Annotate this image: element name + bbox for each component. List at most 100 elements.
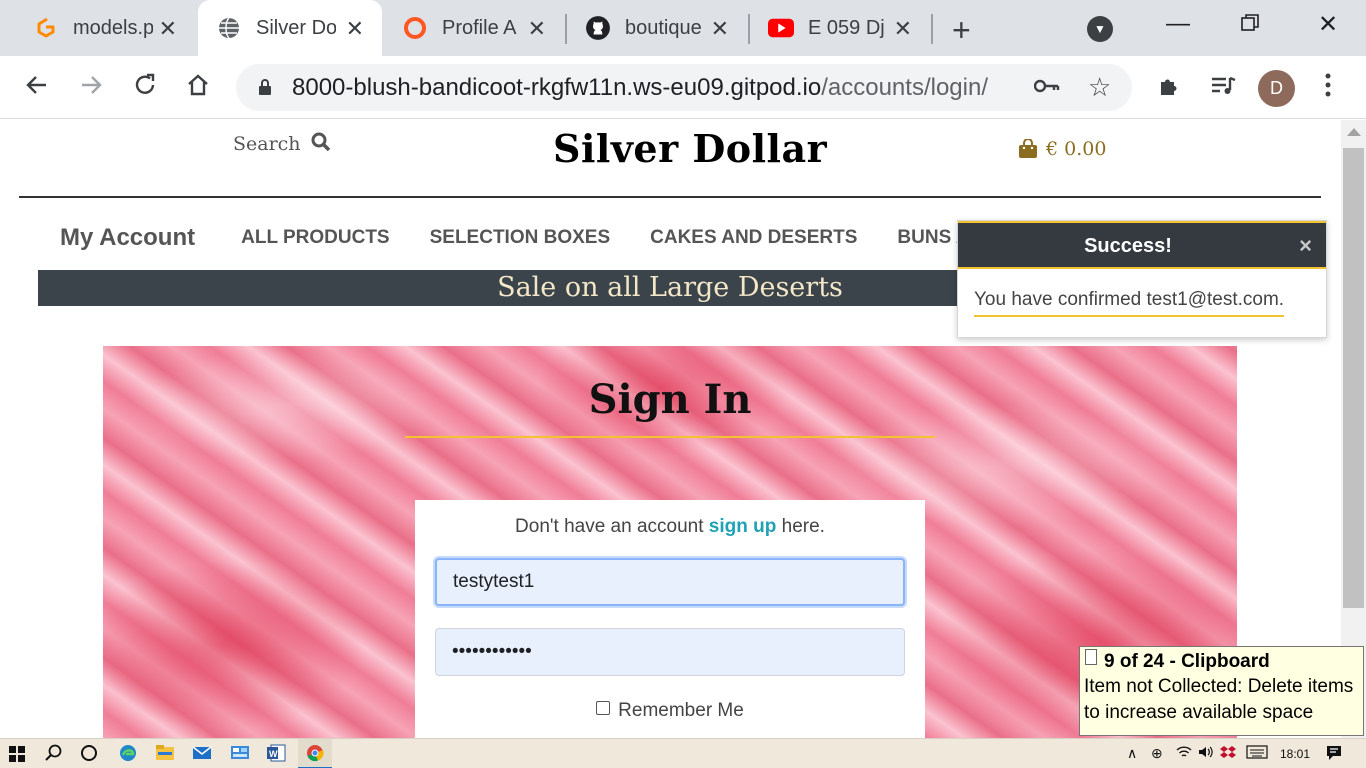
clipboard-line-2: to increase available space: [1084, 702, 1314, 723]
tab-youtube[interactable]: E 059 Dj ✕: [750, 0, 930, 56]
remember-me-label: Remember Me: [618, 700, 744, 721]
remember-me[interactable]: Remember Me: [415, 700, 925, 722]
browser-toolbar: 8000-blush-bandicoot-rkgfw11n.ws-eu09.gi…: [0, 56, 1366, 119]
close-icon[interactable]: ✕: [528, 16, 546, 42]
scrollbar-thumb[interactable]: [1343, 148, 1364, 608]
tab-title: Silver Do: [256, 16, 336, 39]
tab-title: Profile A: [442, 16, 517, 39]
circle-orange-icon: [402, 15, 428, 41]
tab-silver-dollar[interactable]: Silver Do ✕: [198, 0, 382, 56]
tray-device-icon[interactable]: ⊕: [1151, 745, 1163, 762]
main-nav: My Account ALL PRODUCTS SELECTION BOXES …: [60, 220, 1010, 256]
close-icon[interactable]: ✕: [159, 16, 177, 42]
tab-title: boutique: [625, 16, 702, 39]
chrome-icon[interactable]: [298, 739, 332, 768]
menu-kebab-icon[interactable]: [1324, 72, 1332, 105]
address-bar[interactable]: 8000-blush-bandicoot-rkgfw11n.ws-eu09.gi…: [236, 64, 1132, 111]
tray-chevron-icon[interactable]: ∧: [1127, 745, 1137, 762]
signin-hero: Sign In Don't have an account sign up he…: [103, 346, 1237, 738]
globe-icon: [216, 15, 242, 41]
lock-icon[interactable]: [258, 78, 272, 95]
nav-selection-boxes[interactable]: SELECTION BOXES: [430, 227, 611, 249]
key-icon[interactable]: [1033, 74, 1060, 100]
control-panel-icon[interactable]: [230, 744, 250, 764]
shopping-bag-icon: [1019, 139, 1037, 158]
close-icon[interactable]: ✕: [894, 16, 912, 42]
taskbar-search-icon[interactable]: [45, 744, 65, 764]
youtube-icon: [768, 15, 794, 41]
signup-prompt-after: here.: [781, 516, 825, 537]
dropbox-icon[interactable]: [1220, 745, 1236, 764]
word-icon[interactable]: W: [266, 744, 286, 764]
search-icon: [311, 132, 330, 152]
extensions-icon[interactable]: [1157, 74, 1181, 105]
tab-profile[interactable]: Profile A ✕: [384, 0, 564, 56]
home-icon[interactable]: [185, 72, 211, 105]
keyboard-icon[interactable]: [1246, 745, 1268, 762]
signup-link[interactable]: sign up: [709, 516, 777, 537]
edge-icon[interactable]: [119, 744, 139, 764]
forward-icon[interactable]: [78, 72, 104, 105]
remember-me-checkbox[interactable]: [596, 701, 611, 715]
clipboard-line-1: Item not Collected: Delete items: [1084, 676, 1354, 697]
wifi-icon[interactable]: [1176, 745, 1192, 762]
site-brand[interactable]: Silver Dollar: [553, 126, 827, 171]
task-view-icon[interactable]: [80, 744, 100, 764]
toast-close-icon[interactable]: ×: [1299, 233, 1312, 259]
close-icon[interactable]: ✕: [346, 16, 364, 42]
toast-header: Success! ×: [958, 221, 1326, 269]
success-toast: Success! × You have confirmed test1@test…: [957, 220, 1327, 338]
nav-cakes-and-deserts[interactable]: CAKES AND DESERTS: [650, 227, 857, 249]
sale-banner-text: Sale on all Large Deserts: [497, 272, 843, 303]
signup-prompt-before: Don't have an account: [515, 516, 704, 537]
taskbar-clock[interactable]: 18:01: [1280, 747, 1310, 761]
toast-title: Success!: [1084, 235, 1172, 257]
volume-icon[interactable]: [1198, 745, 1214, 762]
tab-models[interactable]: models.p ✕: [15, 0, 195, 56]
cart-total: € 0.00: [1046, 138, 1107, 160]
search-label: Search: [233, 133, 301, 155]
toast-message: You have confirmed test1@test.com.: [974, 289, 1285, 317]
file-explorer-icon[interactable]: [155, 744, 175, 764]
tab-search-icon[interactable]: ▼: [1087, 16, 1113, 42]
signin-form: Don't have an account sign up here. Reme…: [415, 500, 925, 738]
close-icon[interactable]: ✕: [711, 16, 729, 42]
clipboard-header: 9 of 24 - Clipboard: [1104, 651, 1270, 672]
gitpod-logo-icon: [33, 15, 59, 41]
svg-text:W: W: [269, 749, 278, 759]
back-icon[interactable]: [24, 72, 50, 105]
mail-icon[interactable]: [192, 744, 212, 764]
url-path: /accounts/login/: [821, 74, 988, 101]
username-input[interactable]: [435, 558, 905, 606]
tab-strip: models.p ✕ Silver Do ✕ Profile A ✕ bouti…: [0, 0, 1366, 56]
notifications-icon[interactable]: [1326, 745, 1342, 764]
window-close-icon[interactable]: ✕: [1318, 10, 1338, 39]
header-divider: [19, 196, 1321, 198]
title-underline: [405, 436, 935, 438]
password-input[interactable]: [435, 628, 905, 676]
search-link[interactable]: Search: [233, 132, 331, 155]
nav-my-account[interactable]: My Account: [60, 224, 195, 252]
profile-avatar[interactable]: D: [1258, 70, 1295, 107]
windows-start-icon[interactable]: [9, 746, 29, 766]
tab-separator: [931, 14, 933, 44]
nav-all-products[interactable]: ALL PRODUCTS: [241, 227, 389, 249]
tab-title: models.p: [73, 16, 153, 39]
bookmark-star-icon[interactable]: ☆: [1088, 72, 1111, 103]
github-icon: [585, 15, 611, 41]
restore-icon[interactable]: [1240, 12, 1260, 40]
url-host: 8000-blush-bandicoot-rkgfw11n.ws-eu09.gi…: [292, 74, 822, 101]
reload-icon[interactable]: [132, 72, 158, 105]
tab-title: E 059 Dj: [808, 16, 885, 39]
page-title: Sign In: [588, 376, 752, 423]
url-text: 8000-blush-bandicoot-rkgfw11n.ws-eu09.gi…: [292, 74, 988, 102]
media-queue-icon[interactable]: [1210, 74, 1236, 105]
shopping-bag-link[interactable]: € 0.00: [1018, 138, 1106, 160]
clipboard-icon: [1085, 649, 1097, 665]
new-tab-icon[interactable]: +: [952, 12, 971, 49]
scroll-up-icon[interactable]: [1347, 128, 1361, 136]
minimize-icon[interactable]: —: [1166, 10, 1190, 38]
tab-boutique[interactable]: boutique ✕: [567, 0, 747, 56]
windows-taskbar: W ∧ ⊕ 18:01: [0, 738, 1366, 768]
clipboard-notification: 9 of 24 - Clipboard Item not Collected: …: [1079, 646, 1364, 736]
